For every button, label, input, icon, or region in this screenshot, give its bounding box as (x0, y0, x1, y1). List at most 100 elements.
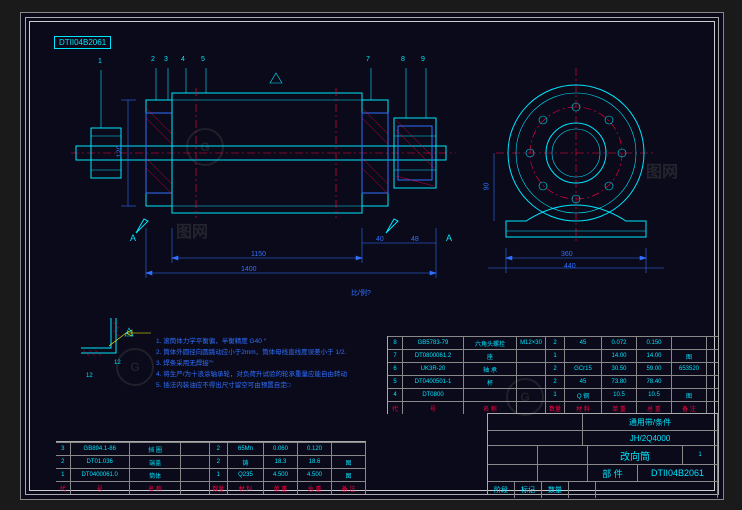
bom-cell-std: DT01.036 (71, 456, 130, 468)
bom-header-cell-name: 名 称 (130, 482, 181, 494)
dim-gap2: 48 (411, 236, 419, 243)
bom-cell-spec (517, 376, 546, 388)
bom-cell-no: 5 (388, 376, 403, 388)
bom-header-cell-no: 代 (56, 482, 71, 494)
bom-cell-wt2: 14.00 (637, 350, 672, 362)
weld-angle-2: 12 (86, 373, 93, 379)
bom-cell-qty: 1 (210, 469, 228, 481)
bom-cell-wt1: 10.5 (602, 389, 637, 401)
technical-notes: 1. 滚筒体力学平衡偏，半衡精度 G40 ° 2. 筒体外圆径向圆跳动应小于2m… (156, 336, 386, 391)
bom-row: 6UK3R-20轴 承2GCr1530.5059.00653520 (388, 362, 718, 375)
project-line1: 通用带/条件 (583, 414, 718, 430)
bom-cell-note (672, 376, 707, 388)
bom-header-cell-std: 号 (403, 402, 464, 414)
bom-row: 8GB5783-79六角头螺栓M12×302450.0720.150 (388, 336, 718, 349)
bom-cell-std: GB5783-79 (403, 337, 464, 349)
drawing-number: DTII04B2061 (638, 465, 718, 481)
bom-upper: 8GB5783-79六角头螺栓M12×302450.0720.1507DT080… (387, 336, 718, 414)
bom-cell-name: 挡 圈 (130, 443, 181, 455)
section-mark-b: A (446, 233, 452, 243)
field-qty: 数量 (542, 482, 569, 498)
balloon-2: 2 (151, 56, 155, 63)
balloon-8: 8 (401, 56, 405, 63)
bom-cell-wt1: 4.500 (264, 469, 298, 481)
bom-cell-no: 3 (56, 443, 71, 455)
bom-cell-std: DT0400501-1 (403, 376, 464, 388)
bom-header-cell-no: 代 (388, 402, 403, 414)
bom-cell-no: 4 (388, 389, 403, 401)
bom-cell-wt1: 0.072 (602, 337, 637, 349)
bom-cell-name: 筒体 (130, 469, 181, 481)
note-4: 4. 将生严/为十浪涂轴承轮，对负荷升试验的轮承重量应能自由转动 (156, 369, 386, 380)
bom-cell-wt1: 0.060 (264, 443, 298, 455)
bom-cell-no: 2 (56, 456, 71, 468)
bom-cell-name: 轴 承 (464, 363, 517, 375)
bom-cell-spec (517, 350, 546, 362)
bom-cell-spec (181, 469, 209, 481)
bom-row: 4DT08001Q 钢10.510.5图 (388, 388, 718, 401)
bom-cell-wt2: 18.6 (298, 456, 332, 468)
bom-cell-wt1: 30.50 (602, 363, 637, 375)
dim-height: 120 (116, 146, 123, 158)
bom-cell-std: DT0400061.0 (71, 469, 130, 481)
bom-cell-spec (517, 389, 546, 401)
bom-cell-no: 8 (388, 337, 403, 349)
bom-cell-note: 图 (672, 350, 707, 362)
bom-header-cell-note: 备 注 (332, 482, 366, 494)
bom-cell-name: 六角头螺栓 (464, 337, 517, 349)
bom-cell-std: UK3R-20 (403, 363, 464, 375)
bom-row: 3GB894.1-86挡 圈265Mn0.0600.120 (56, 442, 366, 455)
dim-base-width: 440 (564, 263, 576, 270)
bom-cell-wt1: 73.80 (602, 376, 637, 388)
balloon-5: 5 (201, 56, 205, 63)
bom-row: 2DT01.036端盖2铸18.318.6图 (56, 455, 366, 468)
bom-header-cell-spec (181, 482, 209, 494)
bom-cell-note (332, 443, 366, 455)
bom-cell-mat: GCr15 (565, 363, 602, 375)
bom-cell-qty: 2 (546, 376, 565, 388)
bom-lower: 3GB894.1-86挡 圈265Mn0.0600.1202DT01.036端盖… (56, 441, 366, 494)
bom-cell-mat: 45 (565, 337, 602, 349)
bom-cell-wt1: 18.3 (264, 456, 298, 468)
dim-offset: 90 (483, 183, 490, 191)
bom-cell-no: 1 (56, 469, 71, 481)
dim-length-main: 1150 (251, 251, 266, 258)
note-5: 5. 插法内装油应不得出尺寸留空可由预置自定□ (156, 380, 386, 391)
note-1: 1. 滚筒体力学平衡偏，半衡精度 G40 ° (156, 336, 386, 347)
bom-cell-mat (565, 350, 602, 362)
bom-cell-note: 图 (332, 456, 366, 468)
bom-cell-note: 图 (332, 469, 366, 481)
bom-cell-wt1: 14.00 (602, 350, 637, 362)
bom-header-cell-std: 号 (71, 482, 130, 494)
note-3: 3. 焊条采用无焊接"° (156, 358, 386, 369)
bom-cell-mat: Q235 (228, 469, 264, 481)
balloon-4: 4 (181, 56, 185, 63)
scale-label: 比/例? (351, 288, 371, 298)
bom-cell-spec (181, 443, 209, 455)
bom-cell-mat: 45 (565, 376, 602, 388)
dim-side-dia: 360 (561, 251, 573, 258)
bom-cell-qty: 2 (210, 456, 228, 468)
bom-cell-std: DT0800061.2 (403, 350, 464, 362)
field-mark: 标记 (515, 482, 542, 498)
part-name: 改向筒 (588, 446, 683, 464)
bom-cell-qty: 1 (546, 389, 565, 401)
bom-cell-name: 端盖 (130, 456, 181, 468)
bom-cell-qty: 2 (546, 337, 565, 349)
bom-row: 1DT0400061.0筒体1Q2354.5004.500图 (56, 468, 366, 481)
drawing-sheet: DTII04B2061 G 图网 G 图网 G (20, 12, 724, 500)
bom-cell-mat: Q 钢 (565, 389, 602, 401)
bom-cell-wt2: 10.5 (637, 389, 672, 401)
balloon-1: 1 (98, 58, 102, 65)
bom-cell-qty: 2 (210, 443, 228, 455)
bom-cell-wt2: 0.150 (637, 337, 672, 349)
cad-viewport: DTII04B2061 G 图网 G 图网 G (0, 0, 742, 510)
bom-cell-name (464, 389, 517, 401)
bom-cell-name: 杯 (464, 376, 517, 388)
bom-cell-note: 图 (672, 389, 707, 401)
balloon-7: 7 (366, 56, 370, 63)
bom-header: 代号名 称数量材 料单 重总 重备 注 (56, 481, 366, 494)
bom-cell-std: DT0800 (403, 389, 464, 401)
bom-cell-wt2: 59.00 (637, 363, 672, 375)
bom-header-cell-mat: 材 料 (228, 482, 264, 494)
